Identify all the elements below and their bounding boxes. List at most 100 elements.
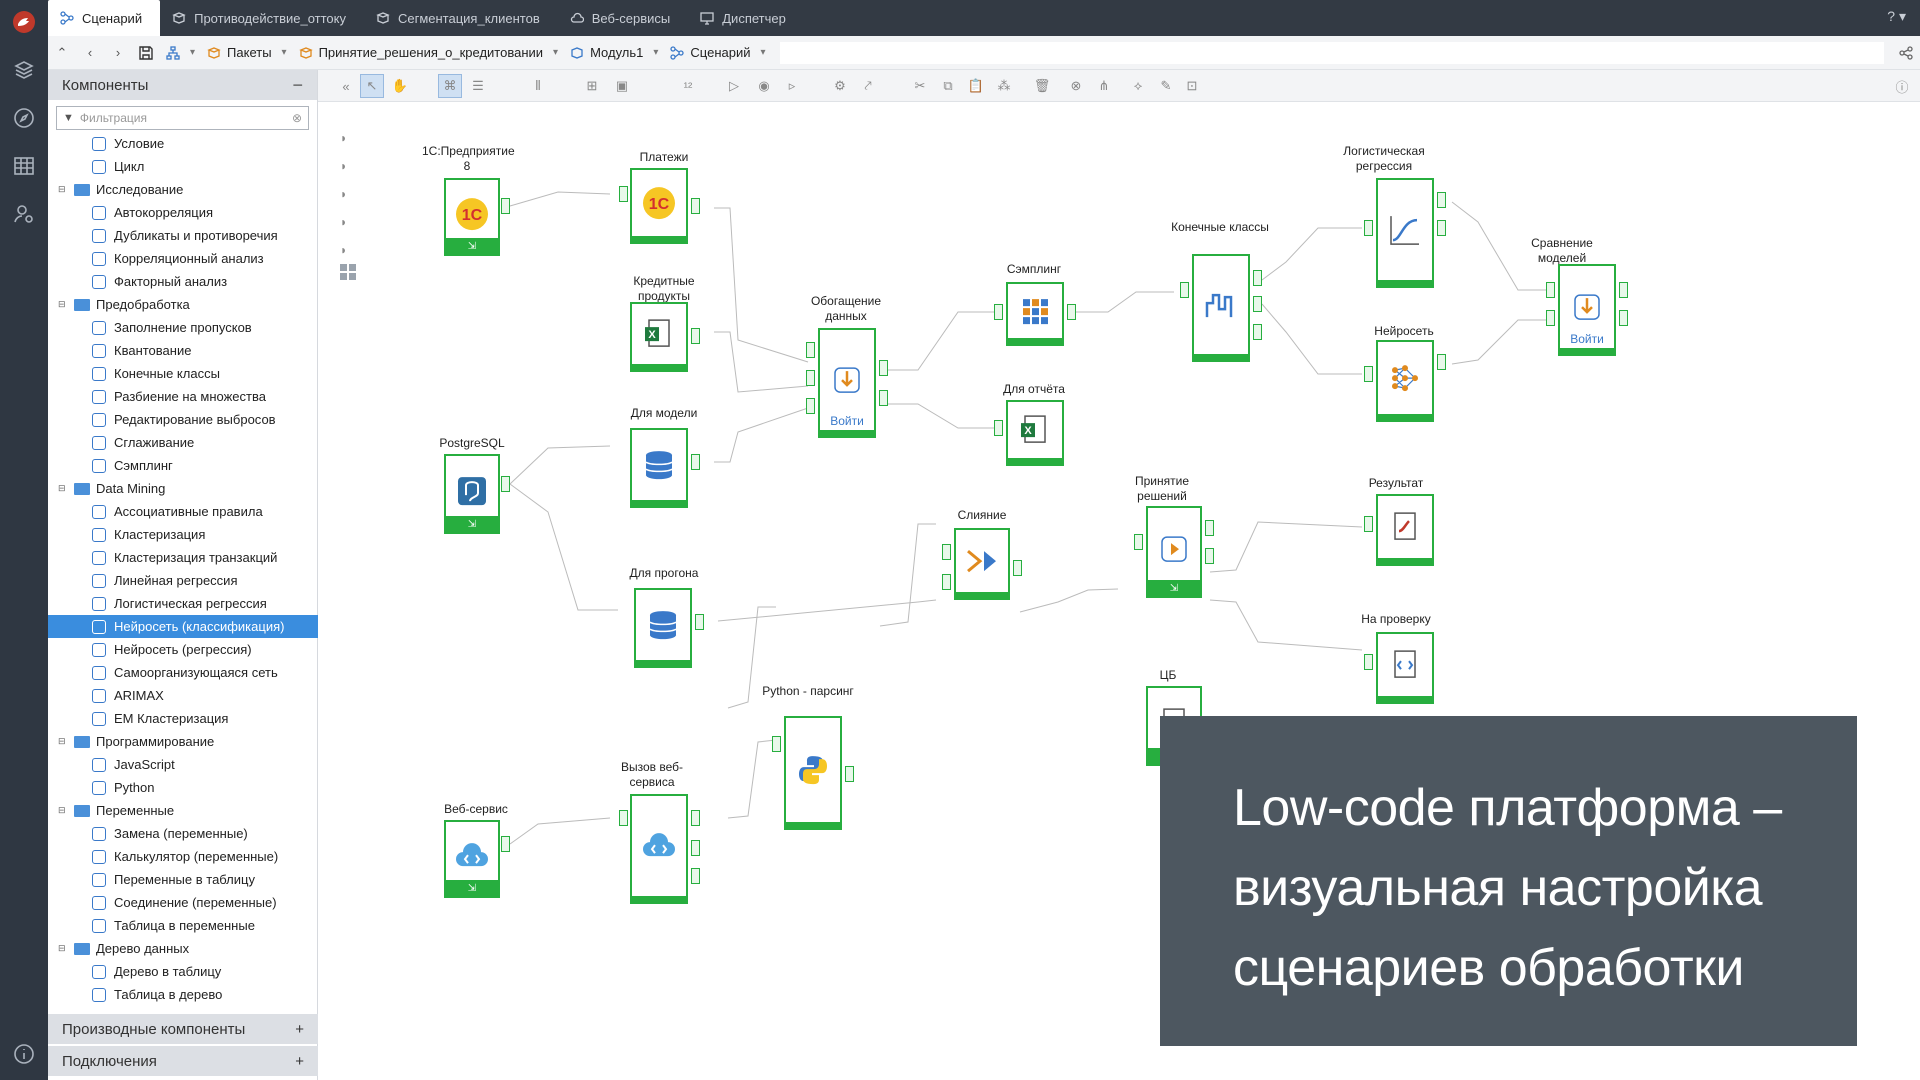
info-icon[interactable]: ⓘ [1890, 74, 1914, 98]
node-web-service[interactable]: ⇲ [444, 820, 500, 898]
input-port[interactable] [1134, 534, 1143, 550]
expand-icon[interactable]: + [295, 1021, 304, 1038]
expand-toggle-icon[interactable]: ⊟ [58, 184, 68, 195]
tree-item[interactable]: Таблица в переменные [48, 914, 318, 937]
expand-toggle-icon[interactable]: ⊟ [58, 805, 68, 816]
output-port[interactable] [1253, 324, 1262, 340]
tree-item[interactable]: Переменные в таблицу [48, 868, 318, 891]
tree-item[interactable]: Замена (переменные) [48, 822, 318, 845]
node-sampling[interactable] [1006, 282, 1064, 346]
pin-icon[interactable]: ⟡ [1126, 74, 1150, 98]
node-final-classes[interactable] [1192, 254, 1250, 362]
share-icon[interactable] [1892, 36, 1920, 70]
tree-item[interactable]: Соединение (переменные) [48, 891, 318, 914]
output-port[interactable] [691, 840, 700, 856]
tree-item[interactable]: Условие [48, 132, 318, 155]
output-port[interactable] [1067, 304, 1076, 320]
hand-icon[interactable]: ✋ [388, 74, 412, 98]
input-port[interactable] [994, 304, 1003, 320]
node-payments[interactable]: 1С [630, 168, 688, 244]
collapse-icon[interactable]: − [292, 75, 303, 96]
numbering-icon[interactable]: ¹² [676, 74, 700, 98]
expand-toggle-icon[interactable]: ⊟ [58, 943, 68, 954]
output-port[interactable] [1253, 270, 1262, 286]
tree-item[interactable]: Корреляционный анализ [48, 247, 318, 270]
node-credit-products[interactable]: X [630, 302, 688, 372]
node-postgresql[interactable]: ⇲ [444, 454, 500, 534]
node-decision-making[interactable]: ⇲ [1146, 506, 1202, 598]
tree-group[interactable]: ⊟ Data Mining [48, 477, 318, 500]
align-icon[interactable]: ⫴ [526, 74, 550, 98]
forward-icon[interactable]: › [104, 36, 132, 70]
breadcrumb-package[interactable]: Принятие_решения_о_кредитовании ▾ [293, 45, 565, 60]
output-port[interactable] [1619, 310, 1628, 326]
node-for-report[interactable]: X [1006, 400, 1064, 466]
derived-components-header[interactable]: Производные компоненты + [48, 1014, 318, 1044]
tree-item[interactable]: Кластеризация [48, 523, 318, 546]
tree-item[interactable]: Дубликаты и противоречия [48, 224, 318, 247]
node-data-enrichment[interactable]: Войти [818, 328, 876, 438]
copy-icon[interactable]: ⧉ [936, 74, 960, 98]
tree-group[interactable]: ⊟ Предобработка [48, 293, 318, 316]
output-port[interactable] [1437, 192, 1446, 208]
tab-segmentation[interactable]: Сегментация_клиентов [364, 0, 558, 36]
input-port[interactable] [1180, 282, 1189, 298]
output-port[interactable] [691, 198, 700, 214]
output-port[interactable] [691, 868, 700, 884]
grid-icon[interactable] [340, 264, 356, 280]
input-port[interactable] [994, 420, 1003, 436]
tree-item[interactable]: JavaScript [48, 753, 318, 776]
tree-item[interactable]: Нейросеть (классификация) [48, 615, 318, 638]
tree-item[interactable]: ARIMAX [48, 684, 318, 707]
node-neural-network[interactable] [1376, 340, 1434, 422]
connect-icon[interactable]: ⋔ [1092, 74, 1116, 98]
tree-group[interactable]: ⊟ Переменные [48, 799, 318, 822]
tree-item[interactable]: Разбиение на множества [48, 385, 318, 408]
input-port[interactable] [1364, 516, 1373, 532]
output-port[interactable] [501, 198, 510, 214]
connections-header[interactable]: Подключения + [48, 1046, 318, 1076]
filter-field[interactable]: ▼ ⊗ [56, 106, 309, 130]
tree-item[interactable]: Дерево в таблицу [48, 960, 318, 983]
tree-group[interactable]: ⊟ Программирование [48, 730, 318, 753]
input-port[interactable] [1364, 654, 1373, 670]
pin-active-icon[interactable]: ✎ [1154, 74, 1178, 98]
cut-icon[interactable]: ✂ [908, 74, 932, 98]
frame-icon[interactable]: ⊡ [1180, 74, 1204, 98]
output-port[interactable] [1205, 520, 1214, 536]
clear-icon[interactable]: ⊗ [292, 111, 302, 125]
tree-item[interactable]: Квантование [48, 339, 318, 362]
tree-item[interactable]: Редактирование выбросов [48, 408, 318, 431]
output-port[interactable] [1013, 560, 1022, 576]
input-port[interactable] [806, 398, 815, 414]
tab-dispatcher[interactable]: Диспетчер [688, 0, 804, 36]
expand-toggle-icon[interactable]: ⊟ [58, 299, 68, 310]
breadcrumb-root[interactable]: ▾ [160, 45, 201, 60]
output-port[interactable] [879, 360, 888, 376]
collapse-panel-icon[interactable]: « [334, 74, 358, 98]
output-port[interactable] [879, 390, 888, 406]
tree-item[interactable]: Конечные классы [48, 362, 318, 385]
tree-item[interactable]: EM Кластеризация [48, 707, 318, 730]
node-python-parsing[interactable] [784, 716, 842, 830]
tab-churn[interactable]: Противодействие_оттоку [160, 0, 364, 36]
input-port[interactable] [1364, 220, 1373, 236]
input-port[interactable] [942, 574, 951, 590]
output-port[interactable] [501, 836, 510, 852]
tree-item[interactable]: Ассоциативные правила [48, 500, 318, 523]
group-icon[interactable]: ▣ [610, 74, 634, 98]
node-for-review[interactable] [1376, 632, 1434, 704]
node-for-run[interactable] [634, 588, 692, 668]
input-port[interactable] [1546, 282, 1555, 298]
filter-input[interactable] [79, 111, 286, 125]
tree-item[interactable]: Калькулятор (переменные) [48, 845, 318, 868]
input-port[interactable] [942, 544, 951, 560]
help-icon[interactable]: ? ▾ [1887, 8, 1906, 25]
expand-toggle-icon[interactable]: ⊟ [58, 483, 68, 494]
app-logo[interactable] [0, 2, 48, 42]
packages-icon[interactable] [0, 50, 48, 90]
back-icon[interactable]: ‹ [76, 36, 104, 70]
tree-item[interactable]: Линейная регрессия [48, 569, 318, 592]
node-call-web-service[interactable] [630, 794, 688, 904]
link-icon[interactable]: ⊗ [1064, 74, 1088, 98]
